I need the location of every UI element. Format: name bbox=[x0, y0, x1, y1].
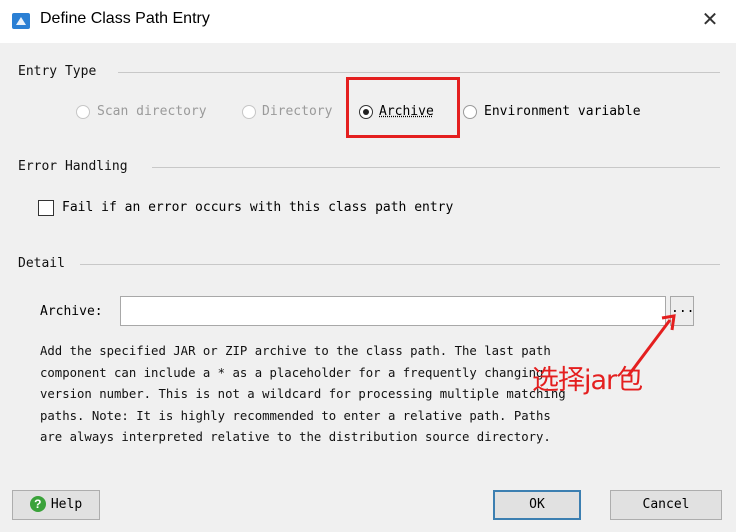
entry-type-heading: Entry Type bbox=[18, 64, 97, 79]
description-line: paths. Note: It is highly recommended to… bbox=[40, 408, 551, 423]
help-button[interactable]: ? Help bbox=[12, 490, 100, 520]
archive-path-input[interactable] bbox=[120, 296, 666, 326]
scan-directory-radio bbox=[76, 105, 90, 119]
app-window-icon bbox=[12, 13, 30, 29]
detail-heading: Detail bbox=[18, 256, 65, 271]
environment-variable-radio[interactable] bbox=[463, 105, 477, 119]
description-line: are always interpreted relative to the d… bbox=[40, 430, 551, 444]
title-bar: Define Class Path Entry ✕ bbox=[0, 0, 736, 43]
entry-type-divider bbox=[118, 72, 720, 73]
window-title: Define Class Path Entry bbox=[40, 10, 210, 27]
detail-divider bbox=[80, 264, 720, 265]
fail-on-error-checkbox[interactable] bbox=[38, 200, 54, 216]
directory-radio bbox=[242, 105, 256, 119]
error-handling-divider bbox=[152, 167, 720, 168]
ok-button[interactable]: OK bbox=[493, 490, 581, 520]
browse-button[interactable]: ... bbox=[670, 296, 694, 326]
scan-directory-label: Scan directory bbox=[97, 104, 207, 119]
close-icon[interactable]: ✕ bbox=[698, 8, 722, 32]
archive-field-label: Archive: bbox=[40, 304, 103, 319]
error-handling-heading: Error Handling bbox=[18, 159, 128, 174]
help-question-icon: ? bbox=[29, 495, 46, 512]
environment-variable-label[interactable]: Environment variable bbox=[484, 104, 641, 119]
archive-highlight-box bbox=[346, 77, 460, 138]
annotation-label: 选择jar包 bbox=[532, 365, 643, 396]
help-button-label: Help bbox=[50, 497, 83, 512]
fail-on-error-label[interactable]: Fail if an error occurs with this class … bbox=[62, 200, 453, 215]
cancel-button[interactable]: Cancel bbox=[610, 490, 722, 520]
directory-label: Directory bbox=[262, 104, 333, 119]
